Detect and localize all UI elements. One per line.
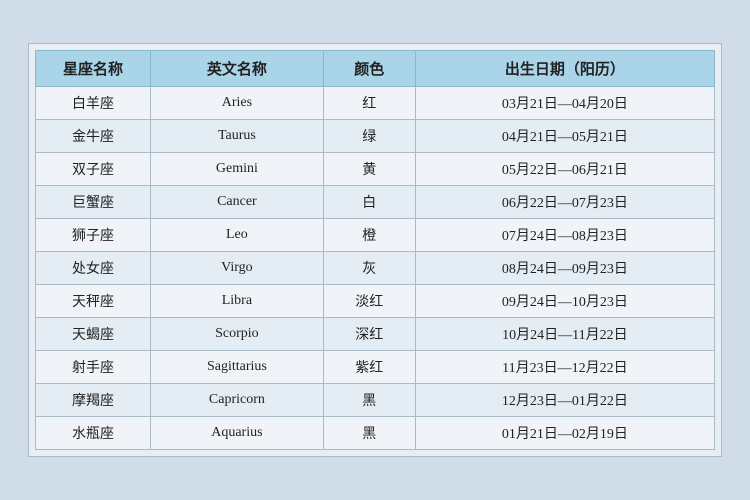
table-row: 天秤座Libra淡红09月24日—10月23日	[36, 285, 715, 318]
table-row: 天蝎座Scorpio深红10月24日—11月22日	[36, 318, 715, 351]
cell-zh: 巨蟹座	[36, 186, 151, 219]
header-en: 英文名称	[151, 51, 324, 87]
cell-color: 紫红	[323, 351, 415, 384]
cell-color: 深红	[323, 318, 415, 351]
cell-en: Sagittarius	[151, 351, 324, 384]
cell-color: 橙	[323, 219, 415, 252]
cell-en: Virgo	[151, 252, 324, 285]
cell-zh: 处女座	[36, 252, 151, 285]
cell-en: Scorpio	[151, 318, 324, 351]
table-row: 金牛座Taurus绿04月21日—05月21日	[36, 120, 715, 153]
cell-en: Gemini	[151, 153, 324, 186]
header-zh: 星座名称	[36, 51, 151, 87]
cell-date: 04月21日—05月21日	[415, 120, 714, 153]
cell-zh: 金牛座	[36, 120, 151, 153]
cell-date: 12月23日—01月22日	[415, 384, 714, 417]
cell-zh: 天秤座	[36, 285, 151, 318]
cell-date: 03月21日—04月20日	[415, 87, 714, 120]
cell-date: 10月24日—11月22日	[415, 318, 714, 351]
cell-color: 淡红	[323, 285, 415, 318]
table-row: 水瓶座Aquarius黑01月21日—02月19日	[36, 417, 715, 450]
cell-color: 黑	[323, 417, 415, 450]
cell-color: 黄	[323, 153, 415, 186]
cell-color: 灰	[323, 252, 415, 285]
cell-zh: 射手座	[36, 351, 151, 384]
cell-zh: 狮子座	[36, 219, 151, 252]
cell-zh: 双子座	[36, 153, 151, 186]
table-header-row: 星座名称 英文名称 颜色 出生日期（阳历）	[36, 51, 715, 87]
cell-en: Capricorn	[151, 384, 324, 417]
table-row: 处女座Virgo灰08月24日—09月23日	[36, 252, 715, 285]
cell-zh: 白羊座	[36, 87, 151, 120]
cell-date: 08月24日—09月23日	[415, 252, 714, 285]
header-date: 出生日期（阳历）	[415, 51, 714, 87]
cell-zh: 摩羯座	[36, 384, 151, 417]
cell-color: 绿	[323, 120, 415, 153]
cell-zh: 水瓶座	[36, 417, 151, 450]
cell-date: 07月24日—08月23日	[415, 219, 714, 252]
table-row: 双子座Gemini黄05月22日—06月21日	[36, 153, 715, 186]
header-color: 颜色	[323, 51, 415, 87]
cell-date: 11月23日—12月22日	[415, 351, 714, 384]
cell-en: Libra	[151, 285, 324, 318]
table-row: 射手座Sagittarius紫红11月23日—12月22日	[36, 351, 715, 384]
table-row: 白羊座Aries红03月21日—04月20日	[36, 87, 715, 120]
cell-en: Leo	[151, 219, 324, 252]
zodiac-table-container: 星座名称 英文名称 颜色 出生日期（阳历） 白羊座Aries红03月21日—04…	[28, 43, 722, 457]
cell-en: Aquarius	[151, 417, 324, 450]
cell-date: 09月24日—10月23日	[415, 285, 714, 318]
cell-en: Aries	[151, 87, 324, 120]
cell-en: Taurus	[151, 120, 324, 153]
table-row: 狮子座Leo橙07月24日—08月23日	[36, 219, 715, 252]
cell-date: 05月22日—06月21日	[415, 153, 714, 186]
cell-date: 01月21日—02月19日	[415, 417, 714, 450]
cell-en: Cancer	[151, 186, 324, 219]
cell-color: 红	[323, 87, 415, 120]
cell-color: 黑	[323, 384, 415, 417]
cell-zh: 天蝎座	[36, 318, 151, 351]
zodiac-table: 星座名称 英文名称 颜色 出生日期（阳历） 白羊座Aries红03月21日—04…	[35, 50, 715, 450]
cell-date: 06月22日—07月23日	[415, 186, 714, 219]
table-row: 摩羯座Capricorn黑12月23日—01月22日	[36, 384, 715, 417]
table-row: 巨蟹座Cancer白06月22日—07月23日	[36, 186, 715, 219]
cell-color: 白	[323, 186, 415, 219]
